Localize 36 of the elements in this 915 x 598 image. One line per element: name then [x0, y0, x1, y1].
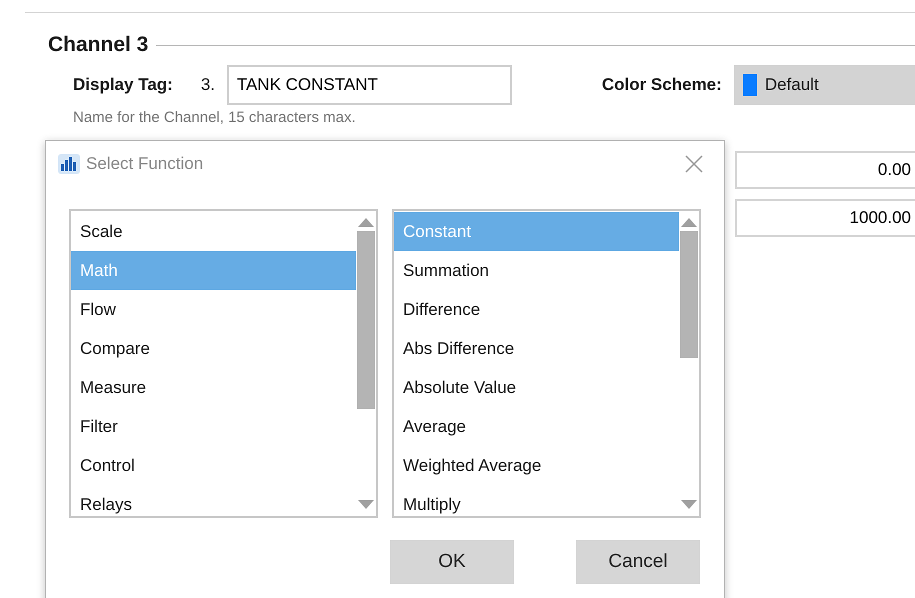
- close-icon[interactable]: [684, 154, 704, 174]
- scroll-up-icon[interactable]: [680, 217, 698, 227]
- bar-chart-icon: [58, 154, 80, 174]
- list-item[interactable]: Weighted Average: [394, 446, 679, 485]
- dialog-button[interactable]: Cancel: [576, 540, 700, 584]
- section-title: Channel 3: [48, 33, 148, 57]
- field-label: Display Tag:: [73, 75, 173, 95]
- scrollbar-thumb[interactable]: [357, 231, 375, 409]
- list-item[interactable]: Average: [394, 407, 679, 446]
- list-item[interactable]: Measure: [71, 368, 356, 407]
- channel-number: 3.: [200, 75, 216, 95]
- list-item[interactable]: Summation: [394, 251, 679, 290]
- scroll-down-icon[interactable]: [680, 500, 698, 510]
- scroll-up-icon[interactable]: [357, 217, 375, 227]
- list-item[interactable]: Compare: [71, 329, 356, 368]
- list-item[interactable]: Scale: [71, 212, 356, 251]
- number-field[interactable]: 0.00: [735, 151, 915, 189]
- dialog-title: Select Function: [86, 154, 204, 174]
- field-label: Color Scheme:: [602, 75, 722, 95]
- list-item[interactable]: Relays: [71, 485, 356, 516]
- scroll-down-icon[interactable]: [357, 500, 375, 510]
- list-item[interactable]: Multiply: [394, 485, 679, 516]
- list-box[interactable]: Constant Summation Difference Abs Difference Absolute Value Average Weighted Average Multiply: [392, 209, 701, 518]
- dialog-button[interactable]: OK: [390, 540, 514, 584]
- hint-text: Name for the Channel, 15 characters max.: [73, 109, 357, 126]
- list-item[interactable]: Filter: [71, 407, 356, 446]
- number-field[interactable]: 1000.00: [735, 199, 915, 237]
- list-item[interactable]: Absolute Value: [394, 368, 679, 407]
- list-item[interactable]: Control: [71, 446, 356, 485]
- list-item[interactable]: Difference: [394, 290, 679, 329]
- list-item[interactable]: Flow: [71, 290, 356, 329]
- list-item[interactable]: Abs Difference: [394, 329, 679, 368]
- display-tag-field[interactable]: TANK CONSTANT: [226, 65, 512, 105]
- scrollbar-thumb[interactable]: [680, 231, 698, 358]
- color-scheme-dropdown[interactable]: Default: [734, 65, 915, 105]
- list-box[interactable]: Scale Math Flow Compare Measure Filter Control Relays: [69, 209, 378, 518]
